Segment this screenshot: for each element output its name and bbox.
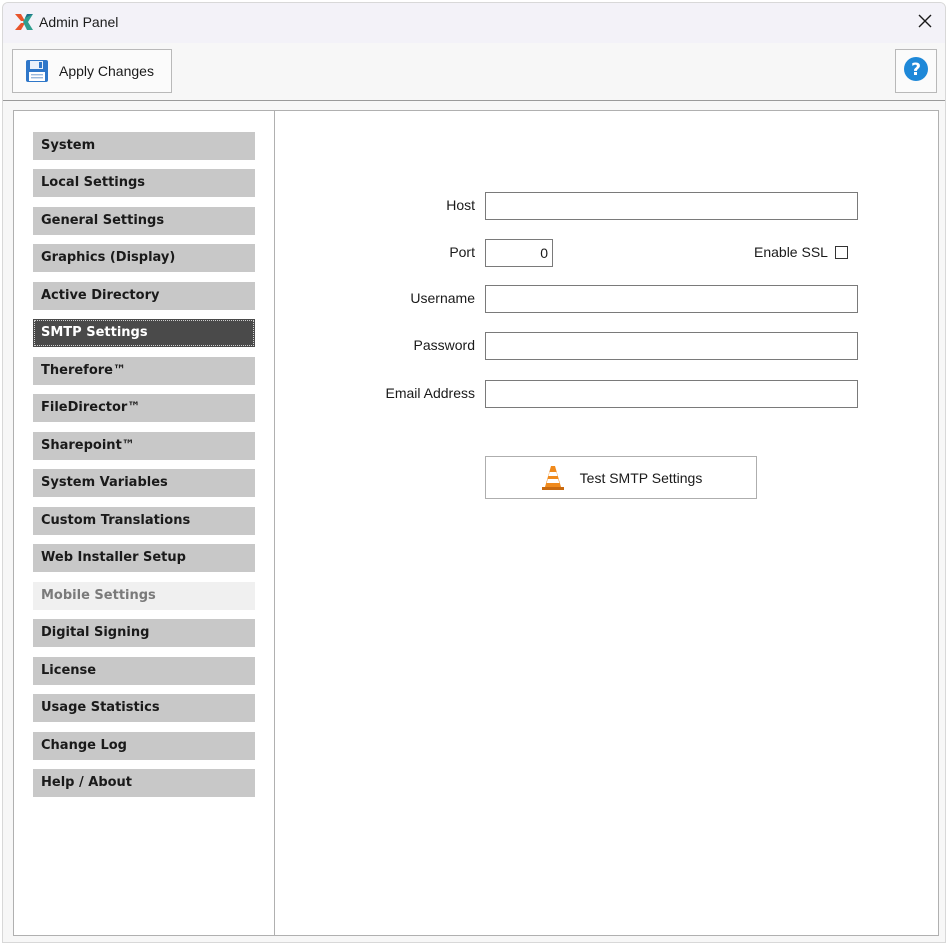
username-label: Username	[410, 290, 475, 306]
save-icon	[25, 59, 49, 83]
host-input[interactable]	[485, 192, 858, 220]
title-bar: Admin Panel	[3, 3, 945, 43]
sidebar-item-system-variables[interactable]: System Variables	[33, 469, 255, 497]
app-logo-icon	[13, 11, 35, 33]
content-area: System Local Settings General Settings G…	[13, 110, 939, 936]
host-label: Host	[446, 197, 475, 213]
sidebar-item-license[interactable]: License	[33, 657, 255, 685]
port-label: Port	[449, 244, 475, 260]
sidebar-item-filedirector[interactable]: FileDirector™	[33, 394, 255, 422]
sidebar-item-usage-statistics[interactable]: Usage Statistics	[33, 694, 255, 722]
sidebar-item-therefore[interactable]: Therefore™	[33, 357, 255, 385]
sidebar-item-mobile-settings: Mobile Settings	[33, 582, 255, 610]
sidebar-item-graphics-display[interactable]: Graphics (Display)	[33, 244, 255, 272]
enable-ssl-option[interactable]: Enable SSL	[754, 244, 848, 260]
close-button[interactable]	[905, 3, 945, 43]
help-button[interactable]: ?	[895, 49, 937, 93]
sidebar-item-smtp-settings[interactable]: SMTP Settings	[33, 319, 255, 347]
test-smtp-settings-label: Test SMTP Settings	[579, 469, 703, 486]
sidebar-item-digital-signing[interactable]: Digital Signing	[33, 619, 255, 647]
sidebar-item-web-installer-setup[interactable]: Web Installer Setup	[33, 544, 255, 572]
sidebar-item-general-settings[interactable]: General Settings	[33, 207, 255, 235]
sidebar-item-active-directory[interactable]: Active Directory	[33, 282, 255, 310]
port-input[interactable]	[485, 239, 553, 267]
sidebar-item-system[interactable]: System	[33, 132, 255, 160]
apply-changes-label: Apply Changes	[59, 63, 154, 79]
sidebar-item-sharepoint[interactable]: Sharepoint™	[33, 432, 255, 460]
username-input[interactable]	[485, 285, 858, 313]
sidebar-item-help-about[interactable]: Help / About	[33, 769, 255, 797]
toolbar: Apply Changes ?	[3, 43, 945, 101]
enable-ssl-checkbox[interactable]	[834, 245, 848, 259]
traffic-cone-icon	[540, 464, 566, 492]
apply-changes-button[interactable]: Apply Changes	[12, 49, 172, 93]
sidebar-item-custom-translations[interactable]: Custom Translations	[33, 507, 255, 535]
password-label: Password	[413, 337, 475, 353]
help-icon: ?	[903, 56, 929, 87]
close-icon	[918, 14, 932, 33]
window-title: Admin Panel	[39, 14, 119, 30]
email-address-input[interactable]	[485, 380, 858, 408]
enable-ssl-label: Enable SSL	[754, 244, 828, 260]
password-input[interactable]	[485, 332, 858, 360]
sidebar-item-local-settings[interactable]: Local Settings	[33, 169, 255, 197]
test-smtp-settings-button[interactable]: Test SMTP Settings	[485, 456, 757, 499]
sidebar-item-change-log[interactable]: Change Log	[33, 732, 255, 760]
settings-sidebar: System Local Settings General Settings G…	[14, 111, 275, 935]
help-glyph: ?	[911, 60, 921, 80]
admin-panel-window: Admin Panel Apply Changes ? System Local…	[2, 2, 946, 943]
email-address-label: Email Address	[385, 385, 475, 401]
